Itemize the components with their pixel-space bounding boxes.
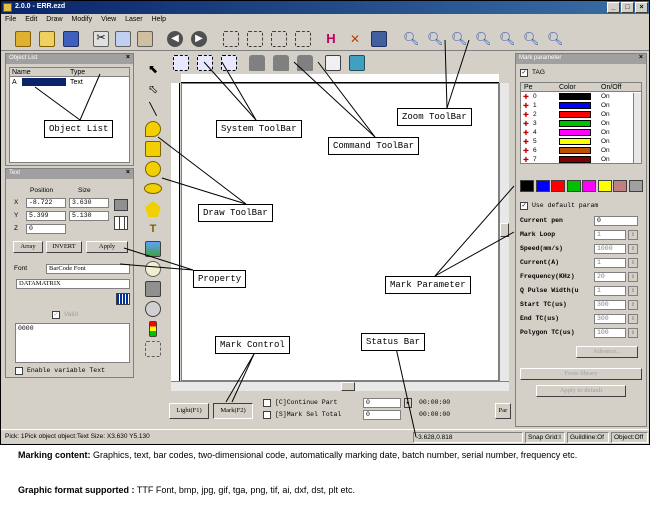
callout-object-list: Object List (44, 120, 114, 138)
callout-system-toolbar: System ToolBar (216, 120, 302, 138)
marking-content-caption: Marking content: Graphics, text, bar cod… (18, 449, 638, 461)
marking-content-label: Marking content: (18, 450, 91, 460)
callout-lines (34, 39, 515, 438)
callout-mark-control: Mark Control (215, 336, 290, 354)
graphic-format-text: TTF Font, bmp, jpg, gif, tga, png, tif, … (136, 485, 355, 495)
graphic-format-caption: Graphic format supported : TTF Font, bmp… (18, 484, 638, 496)
marking-content-text: Graphics, text, bar codes, two-dimension… (93, 450, 578, 460)
callout-zoom-toolbar: Zoom ToolBar (397, 108, 472, 126)
callout-draw-toolbar: Draw ToolBar (198, 204, 273, 222)
callout-mark-parameter: Mark Parameter (385, 276, 471, 294)
graphic-format-label: Graphic format supported : (18, 485, 135, 495)
callout-property: Property (193, 270, 247, 288)
callout-command-toolbar: Command ToolBar (328, 137, 420, 155)
callout-status-bar: Status Bar (361, 333, 426, 351)
